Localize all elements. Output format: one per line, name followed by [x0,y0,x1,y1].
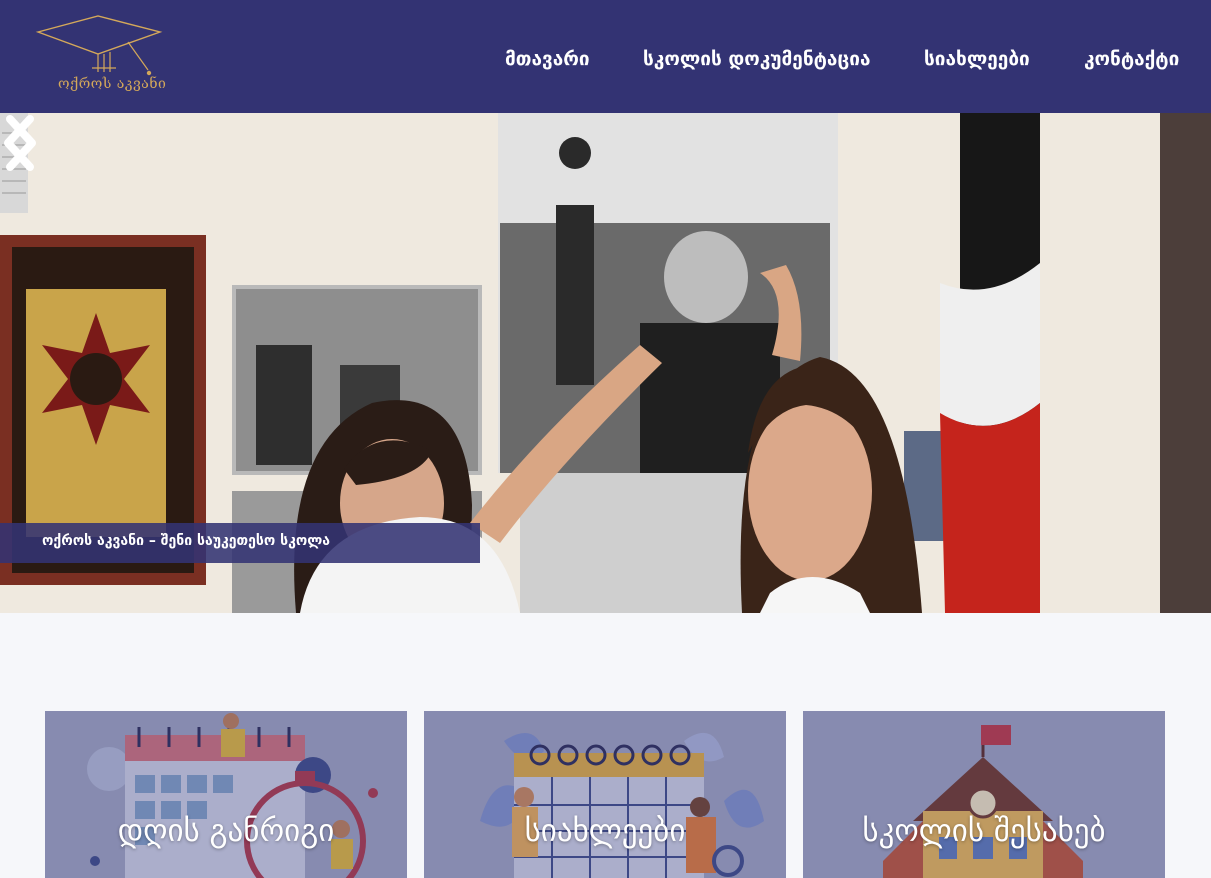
card-overlay [45,711,407,878]
site-header: ოქროს აკვანი მთავარი სკოლის დოკუმენტაცია… [0,0,1211,113]
card-title: სიახლეები [524,813,686,849]
card-daily-schedule[interactable]: დღის განრიგი [45,711,407,878]
card-title: სკოლის შესახებ [862,813,1106,849]
hero-caption-box: ოქროს აკვანი – შენი საუკეთესო სკოლა [0,523,480,563]
nav-news[interactable]: სიახლეები [924,48,1030,74]
nav-school-documents[interactable]: სკოლის დოკუმენტაცია [643,48,871,74]
card-overlay [803,711,1165,878]
hero-caption: ოქროს აკვანი – შენი საუკეთესო სკოლა [42,533,331,549]
card-news[interactable]: სიახლეები [424,711,786,878]
nav-home[interactable]: მთავარი [505,48,590,74]
logo-text: ოქროს აკვანი [58,76,167,92]
card-title: დღის განრიგი [117,813,335,849]
card-about-school[interactable]: სკოლის შესახებ [803,711,1165,878]
nav-contact[interactable]: კონტაქტი [1084,48,1179,74]
hero-slider: ოქროს აკვანი – შენი საუკეთესო სკოლა [0,113,1211,613]
card-overlay [424,711,786,878]
chevron-right-icon[interactable] [0,113,40,173]
school-logo[interactable]: ოქროს აკვანი [32,12,167,100]
